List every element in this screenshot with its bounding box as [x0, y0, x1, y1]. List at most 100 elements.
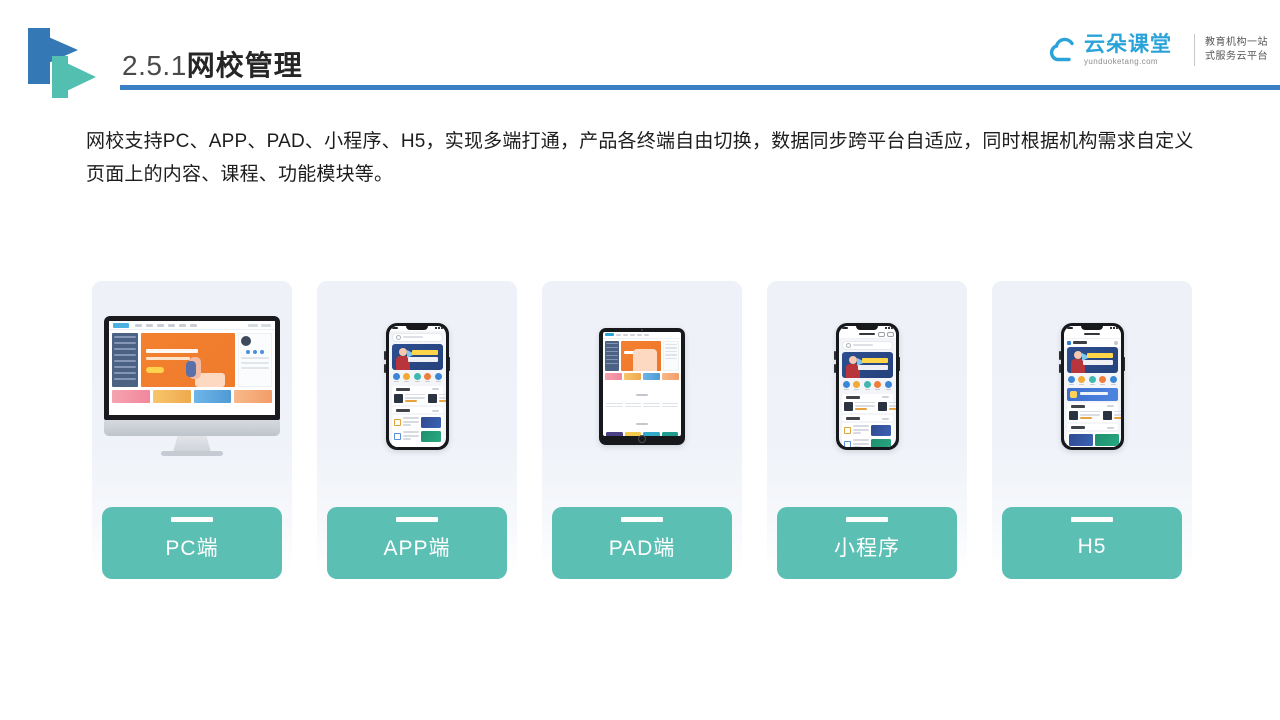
preview-user-panel: [238, 333, 272, 387]
brand-logo: 云朵课堂 yunduoketang.com 教育机构一站 式服务云平台: [1048, 34, 1268, 66]
platform-label-text: PAD端: [608, 537, 676, 560]
preview-hero-banner: [141, 333, 235, 387]
h5-featured-row: [1066, 408, 1121, 423]
brand-name: 云朵课堂: [1084, 33, 1172, 56]
phone-notch: [406, 325, 428, 330]
brand-left: 云朵课堂 yunduoketang.com: [1048, 34, 1184, 66]
platform-label-text: 小程序: [834, 537, 900, 560]
h5-browser-bar: [1063, 330, 1121, 339]
platform-card-miniprogram[interactable]: 小程序: [767, 281, 967, 579]
imac-chin: [104, 420, 280, 436]
h5-icon: [1059, 322, 1125, 450]
preview-hero-area: [109, 330, 275, 390]
preview-category-sidebar: [112, 333, 138, 387]
imac-bezel: [104, 316, 280, 420]
phone-notch: [1081, 325, 1103, 330]
h5-brand-bar: [1063, 338, 1121, 347]
tablet-section-title-2: [603, 409, 681, 432]
logo-triangle-teal: [52, 56, 96, 98]
platform-label-pad[interactable]: PAD端: [552, 507, 732, 579]
h5-recommend-header: [1066, 424, 1118, 430]
platform-cards: PC端 APP端 PAD端 小程序 H5: [92, 281, 1192, 579]
preview-section-title: [109, 403, 275, 415]
mp-category-icons: [839, 378, 896, 393]
list-item: [1068, 433, 1119, 446]
tablet-promo-row: [603, 372, 681, 380]
device-illustration-app: [317, 281, 517, 491]
platform-label-app[interactable]: APP端: [327, 507, 507, 579]
platform-card-pc[interactable]: PC端: [92, 281, 292, 579]
platform-label-text: H5: [1077, 535, 1107, 558]
list-item: [843, 438, 891, 447]
preview-nav-items: [135, 323, 248, 327]
mp-hero-banner: [841, 351, 893, 378]
label-tick-mark: [846, 517, 888, 522]
page-title-number: 2.5.1: [122, 50, 187, 81]
mp-capsule-buttons: [878, 331, 894, 337]
title-underline: [120, 85, 1280, 90]
platform-card-app[interactable]: APP端: [317, 281, 517, 579]
device-illustration-tablet: [542, 281, 742, 491]
h5-promo-banner: [1066, 388, 1118, 401]
app-featured-row: [391, 391, 446, 406]
brand-tagline: 教育机构一站 式服务云平台: [1205, 36, 1268, 65]
label-tick-mark: [396, 517, 438, 522]
label-tick-mark: [171, 517, 213, 522]
platform-label-text: PC端: [165, 537, 219, 560]
mp-title-bar: [838, 330, 896, 339]
platform-label-pc[interactable]: PC端: [102, 507, 282, 579]
page-title-text: 网校管理: [186, 50, 303, 81]
tablet-icon: [599, 327, 685, 445]
h5-preview: [1063, 325, 1121, 447]
cloud-icon: [1048, 35, 1082, 65]
platform-label-text: APP端: [383, 537, 451, 560]
tablet-navbar: [603, 332, 681, 339]
preview-navbar: [109, 321, 275, 330]
app-category-icons: [389, 370, 446, 385]
platform-label-miniprogram[interactable]: 小程序: [777, 507, 957, 579]
app-preview: [388, 325, 446, 447]
label-tick-mark: [621, 517, 663, 522]
mp-recommend-header: [841, 415, 893, 421]
mobile-icon: [384, 322, 450, 450]
app-course-list: [391, 414, 443, 447]
desktop-icon: [104, 316, 280, 456]
double-triangle-logo: [28, 28, 104, 100]
tablet-sidebar: [605, 340, 619, 371]
imac-stand-neck: [173, 436, 211, 452]
brand-domain: yunduoketang.com: [1084, 57, 1159, 66]
brand-tagline-line1: 教育机构一站: [1205, 36, 1268, 48]
list-item: [843, 424, 891, 436]
tablet-hero-area: [603, 339, 681, 373]
brand-tagline-line2: 式服务云平台: [1205, 51, 1268, 62]
device-illustration-h5: [992, 281, 1192, 491]
h5-category-icons: [1064, 373, 1121, 388]
mp-search-field: [841, 340, 893, 350]
brand-divider: [1194, 34, 1195, 66]
platform-label-h5[interactable]: H5: [1002, 507, 1182, 579]
label-tick-mark: [1071, 517, 1113, 522]
device-illustration-miniprogram: [767, 281, 967, 491]
h5-hero-banner: [1066, 346, 1118, 373]
slide-header: 2.5.1 网校管理 云朵课堂 yunduoketang.com 教育机构一站 …: [0, 0, 1280, 100]
desktop-website-preview: [109, 321, 275, 415]
miniprogram-icon: [834, 322, 900, 450]
tablet-camera: [641, 329, 643, 331]
preview-site-logo: [113, 322, 129, 328]
imac-stand-base: [161, 451, 223, 456]
tablet-section-title: [603, 380, 681, 403]
tablet-preview: [603, 331, 681, 436]
preview-nav-actions: [248, 323, 271, 327]
list-item: [393, 416, 441, 428]
preview-promo-row: [109, 390, 275, 403]
page-title: 2.5.1 网校管理: [122, 44, 303, 84]
platform-card-pad[interactable]: PAD端: [542, 281, 742, 579]
device-illustration-desktop: [92, 281, 292, 491]
list-item: [393, 430, 441, 442]
h5-course-cards: [1066, 431, 1119, 447]
app-recommend-header: [391, 407, 443, 413]
app-search-field: [391, 332, 443, 342]
tablet-right-panel: [663, 340, 679, 371]
mp-course-list: [841, 422, 893, 447]
platform-card-h5[interactable]: H5: [992, 281, 1192, 579]
